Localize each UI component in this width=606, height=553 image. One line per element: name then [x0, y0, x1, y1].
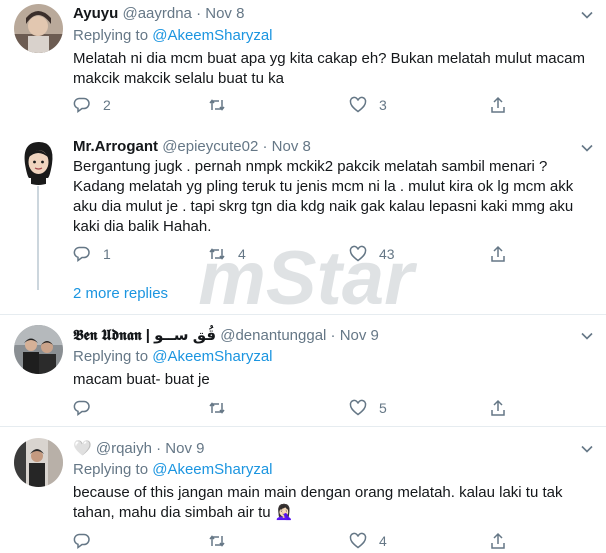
retweet-button[interactable] — [208, 530, 238, 552]
tweet-date[interactable]: Nov 9 — [340, 327, 379, 344]
user-handle[interactable]: @epieycute02 — [162, 138, 258, 155]
reply-count: 1 — [103, 246, 111, 262]
replying-to-label: Replying to — [73, 27, 153, 44]
like-button[interactable]: 4 — [349, 530, 387, 552]
separator-dot: · — [196, 5, 202, 22]
replying-to-label: Replying to — [73, 348, 153, 365]
user-handle[interactable]: @rqaiyh — [96, 440, 152, 457]
tweet-date[interactable]: Nov 9 — [165, 440, 204, 457]
tweet-3[interactable]: 𝕭𝖊𝖓 𝖀𝖉𝖓𝖆𝖓 | قُق ســو @denantunggal · Nov… — [0, 315, 606, 422]
share-icon — [491, 96, 505, 113]
replying-to-line: Replying to @AkeemSharyzal — [73, 461, 273, 478]
avatar[interactable] — [14, 136, 63, 185]
caret-down-icon[interactable] — [580, 8, 594, 22]
reply-button[interactable] — [73, 397, 103, 419]
reply-icon — [73, 97, 90, 113]
share-icon — [491, 399, 505, 416]
tweet-actions: 5 — [73, 397, 513, 419]
tweet-actions: 4 — [73, 530, 513, 552]
caret-down-icon[interactable] — [580, 329, 594, 343]
display-name[interactable]: Mr.Arrogant — [73, 138, 158, 155]
replying-to-line: Replying to @AkeemSharyzal — [73, 27, 273, 44]
like-icon — [349, 96, 367, 113]
share-button[interactable] — [489, 397, 507, 419]
display-name[interactable]: Ayuyu — [73, 5, 118, 22]
reply-icon — [73, 400, 90, 416]
thread-line — [37, 186, 39, 290]
like-icon — [349, 532, 367, 549]
tweet-4[interactable]: 🤍 @rqaiyh · Nov 9 Replying to @AkeemShar… — [0, 427, 606, 553]
reply-button[interactable] — [73, 530, 103, 552]
like-count: 43 — [379, 246, 395, 262]
retweet-icon — [209, 248, 225, 260]
mention-link[interactable]: @AkeemSharyzal — [152, 27, 272, 44]
retweet-count: 4 — [238, 246, 246, 262]
more-replies-link[interactable]: 2 more replies — [73, 285, 168, 302]
separator-dot: · — [330, 327, 336, 344]
display-name[interactable]: 🤍 — [73, 440, 92, 457]
share-button[interactable] — [489, 243, 507, 265]
share-button[interactable] — [489, 94, 507, 116]
avatar[interactable] — [14, 4, 63, 53]
like-button[interactable]: 3 — [349, 94, 387, 116]
avatar[interactable] — [14, 325, 63, 374]
retweet-icon — [209, 402, 225, 414]
retweet-icon — [209, 535, 225, 547]
tweet-date[interactable]: Nov 8 — [272, 138, 311, 155]
retweet-button[interactable]: 4 — [208, 243, 246, 265]
like-count: 4 — [379, 533, 387, 549]
reply-icon — [73, 246, 90, 262]
tweet-text: because of this jangan main main dengan … — [73, 484, 563, 521]
reply-icon — [73, 533, 90, 549]
separator-dot: · — [156, 440, 162, 457]
mention-link[interactable]: @AkeemSharyzal — [152, 461, 272, 478]
like-count: 3 — [379, 97, 387, 113]
user-handle[interactable]: @aayrdna — [122, 5, 191, 22]
share-button[interactable] — [489, 530, 507, 552]
caret-down-icon[interactable] — [580, 141, 594, 155]
reply-button[interactable]: 1 — [73, 243, 111, 265]
share-icon — [491, 532, 505, 549]
user-handle[interactable]: @denantunggal — [220, 327, 326, 344]
retweet-button[interactable] — [208, 94, 238, 116]
tweet-date[interactable]: Nov 8 — [205, 5, 244, 22]
tweet-actions: 1 4 43 — [73, 243, 513, 265]
like-button[interactable]: 5 — [349, 397, 387, 419]
retweet-icon — [209, 99, 225, 111]
retweet-button[interactable] — [208, 397, 238, 419]
tweet-2[interactable]: Mr.Arrogant @epieycute02 · Nov 8 Bergant… — [0, 128, 606, 308]
separator-dot: · — [262, 138, 268, 155]
tweet-1[interactable]: Ayuyu @aayrdna · Nov 8 Replying to @Akee… — [0, 0, 606, 124]
like-icon — [349, 245, 367, 262]
reply-count: 2 — [103, 97, 111, 113]
tweet-text: Bergantung jugk . pernah nmpk mckik2 pak… — [73, 158, 574, 235]
display-name[interactable]: 𝕭𝖊𝖓 𝖀𝖉𝖓𝖆𝖓 | قُق ســو — [73, 327, 216, 344]
reply-button[interactable]: 2 — [73, 94, 111, 116]
like-count: 5 — [379, 400, 387, 416]
mention-link[interactable]: @AkeemSharyzal — [152, 348, 272, 365]
tweet-text: Melatah ni dia mcm buat apa yg kita caka… — [73, 50, 585, 87]
tweet-text: macam buat- buat je — [73, 371, 210, 388]
caret-down-icon[interactable] — [580, 442, 594, 456]
like-button[interactable]: 43 — [349, 243, 395, 265]
replying-to-label: Replying to — [73, 461, 153, 478]
tweet-actions: 2 3 — [73, 94, 513, 116]
share-icon — [491, 245, 505, 262]
replying-to-line: Replying to @AkeemSharyzal — [73, 348, 273, 365]
avatar[interactable] — [14, 438, 63, 487]
like-icon — [349, 399, 367, 416]
